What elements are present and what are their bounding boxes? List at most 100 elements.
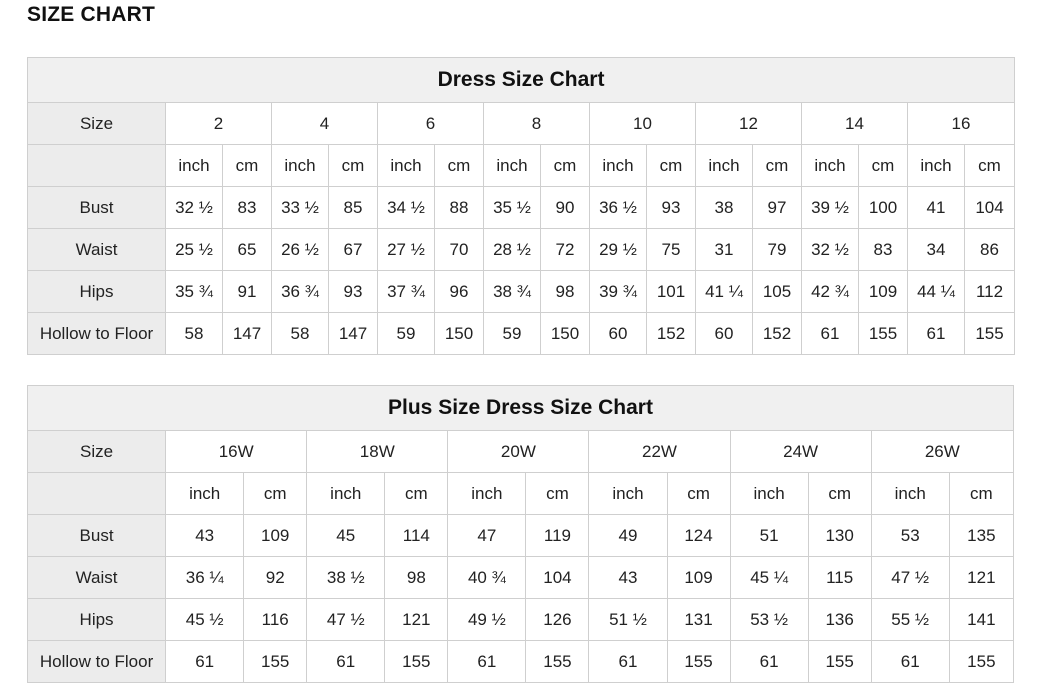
inch-value-cell: 35 ½ — [483, 186, 541, 229]
inch-value-cell: 58 — [165, 312, 223, 355]
inch-value-cell: 61 — [165, 640, 245, 683]
dress-chart-title: Dress Size Chart — [26, 57, 1016, 103]
table-row: Hollow to Floor 61 155 61 155 61 155 61 155 61 155… — [26, 640, 1015, 683]
unit-cm-label: cm — [243, 472, 308, 515]
size-header-cell: 4 — [271, 102, 378, 145]
inch-value-cell: 38 ¾ — [483, 270, 541, 313]
size-label: Size — [26, 430, 167, 473]
cm-value-cell: 85 — [328, 186, 378, 229]
inch-value-cell: 39 ¾ — [589, 270, 647, 313]
inch-value-cell: 36 ½ — [589, 186, 647, 229]
inch-value-cell: 41 — [907, 186, 965, 229]
unit-inch-label: inch — [801, 144, 859, 187]
page-title: SIZE CHART — [27, 3, 155, 26]
unit-cm-label: cm — [858, 144, 908, 187]
plus-size-header-row: Size 16W 18W 20W 22W 24W 26W — [26, 430, 1015, 473]
inch-value-cell: 43 — [165, 514, 245, 557]
dress-unit-header-row: inch cm inch cm inch cm inch cm inch cm … — [27, 144, 1016, 187]
plus-unit-header-row: inch cm inch cm inch cm inch cm inch cm … — [26, 472, 1015, 515]
cm-value-cell: 155 — [666, 640, 731, 683]
inch-value-cell: 32 ½ — [165, 186, 223, 229]
cm-value-cell: 91 — [222, 270, 272, 313]
cm-value-cell: 75 — [646, 228, 696, 271]
table-row: Bust 43 109 45 114 47 119 49 124 51 130 53 135 — [26, 514, 1015, 557]
cm-value-cell: 92 — [243, 556, 308, 599]
cm-value-cell: 155 — [384, 640, 449, 683]
size-header-cell: 6 — [377, 102, 484, 145]
cm-value-cell: 98 — [540, 270, 590, 313]
cm-value-cell: 67 — [328, 228, 378, 271]
table-row: Hollow to Floor 58 147 58 147 59 150 59 150 60 152… — [27, 312, 1016, 355]
unit-inch-label: inch — [589, 144, 647, 187]
unit-cm-label: cm — [384, 472, 449, 515]
inch-value-cell: 33 ½ — [271, 186, 329, 229]
measurement-label: Bust — [26, 514, 167, 557]
cm-value-cell: 109 — [243, 514, 308, 557]
cm-value-cell: 105 — [752, 270, 802, 313]
unit-inch-label: inch — [729, 472, 809, 515]
cm-value-cell: 152 — [646, 312, 696, 355]
inch-value-cell: 34 — [907, 228, 965, 271]
unit-cm-label: cm — [752, 144, 802, 187]
size-header-cell: 10 — [589, 102, 696, 145]
unit-cm-label: cm — [328, 144, 378, 187]
cm-value-cell: 119 — [525, 514, 590, 557]
inch-value-cell: 61 — [588, 640, 668, 683]
inch-value-cell: 29 ½ — [589, 228, 647, 271]
inch-value-cell: 61 — [801, 312, 859, 355]
inch-value-cell: 26 ½ — [271, 228, 329, 271]
unit-inch-label: inch — [870, 472, 950, 515]
inch-value-cell: 60 — [589, 312, 647, 355]
unit-inch-label: inch — [306, 472, 386, 515]
unit-inch-label: inch — [271, 144, 329, 187]
unit-inch-label: inch — [165, 144, 223, 187]
cm-value-cell: 88 — [434, 186, 484, 229]
size-header-cell: 12 — [695, 102, 802, 145]
inch-value-cell: 44 ¼ — [907, 270, 965, 313]
unit-corner-cell — [27, 144, 166, 187]
measurement-label: Hips — [27, 270, 166, 313]
size-header-cell: 14 — [801, 102, 908, 145]
size-header-cell: 2 — [165, 102, 272, 145]
cm-value-cell: 79 — [752, 228, 802, 271]
cm-value-cell: 121 — [948, 556, 1015, 599]
cm-value-cell: 98 — [384, 556, 449, 599]
size-header-cell: 16W — [165, 430, 308, 473]
cm-value-cell: 131 — [666, 598, 731, 641]
cm-value-cell: 124 — [666, 514, 731, 557]
unit-inch-label: inch — [695, 144, 753, 187]
inch-value-cell: 47 — [447, 514, 527, 557]
cm-value-cell: 86 — [963, 228, 1016, 271]
inch-value-cell: 45 — [306, 514, 386, 557]
cm-value-cell: 126 — [525, 598, 590, 641]
cm-value-cell: 83 — [858, 228, 908, 271]
cm-value-cell: 130 — [807, 514, 872, 557]
unit-cm-label: cm — [666, 472, 731, 515]
inch-value-cell: 59 — [483, 312, 541, 355]
plus-size-chart-table: Plus Size Dress Size Chart Size 16W 18W … — [26, 385, 1015, 683]
inch-value-cell: 34 ½ — [377, 186, 435, 229]
cm-value-cell: 150 — [540, 312, 590, 355]
table-row: Waist 36 ¼ 92 38 ½ 98 40 ¾ 104 43 109 45 ¼ 115 47 ½… — [26, 556, 1015, 599]
inch-value-cell: 61 — [306, 640, 386, 683]
inch-value-cell: 51 ½ — [588, 598, 668, 641]
cm-value-cell: 100 — [858, 186, 908, 229]
measurement-label: Bust — [27, 186, 166, 229]
cm-value-cell: 115 — [807, 556, 872, 599]
dress-size-header-row: Size 2 4 6 8 10 12 14 16 — [27, 102, 1016, 145]
cm-value-cell: 104 — [963, 186, 1016, 229]
cm-value-cell: 90 — [540, 186, 590, 229]
cm-value-cell: 135 — [948, 514, 1015, 557]
inch-value-cell: 47 ½ — [870, 556, 950, 599]
inch-value-cell: 35 ¾ — [165, 270, 223, 313]
measurement-label: Hollow to Floor — [27, 312, 166, 355]
unit-cm-label: cm — [963, 144, 1016, 187]
size-header-cell: 24W — [729, 430, 872, 473]
cm-value-cell: 141 — [948, 598, 1015, 641]
inch-value-cell: 49 ½ — [447, 598, 527, 641]
table-row: Waist 25 ½ 65 26 ½ 67 27 ½ 70 28 ½ 72 29 ½ 75 31 79 3… — [27, 228, 1016, 271]
dress-size-chart-table: Dress Size Chart Size 2 4 6 8 10 12 14 1… — [26, 57, 1016, 355]
cm-value-cell: 155 — [963, 312, 1016, 355]
cm-value-cell: 155 — [525, 640, 590, 683]
cm-value-cell: 155 — [243, 640, 308, 683]
